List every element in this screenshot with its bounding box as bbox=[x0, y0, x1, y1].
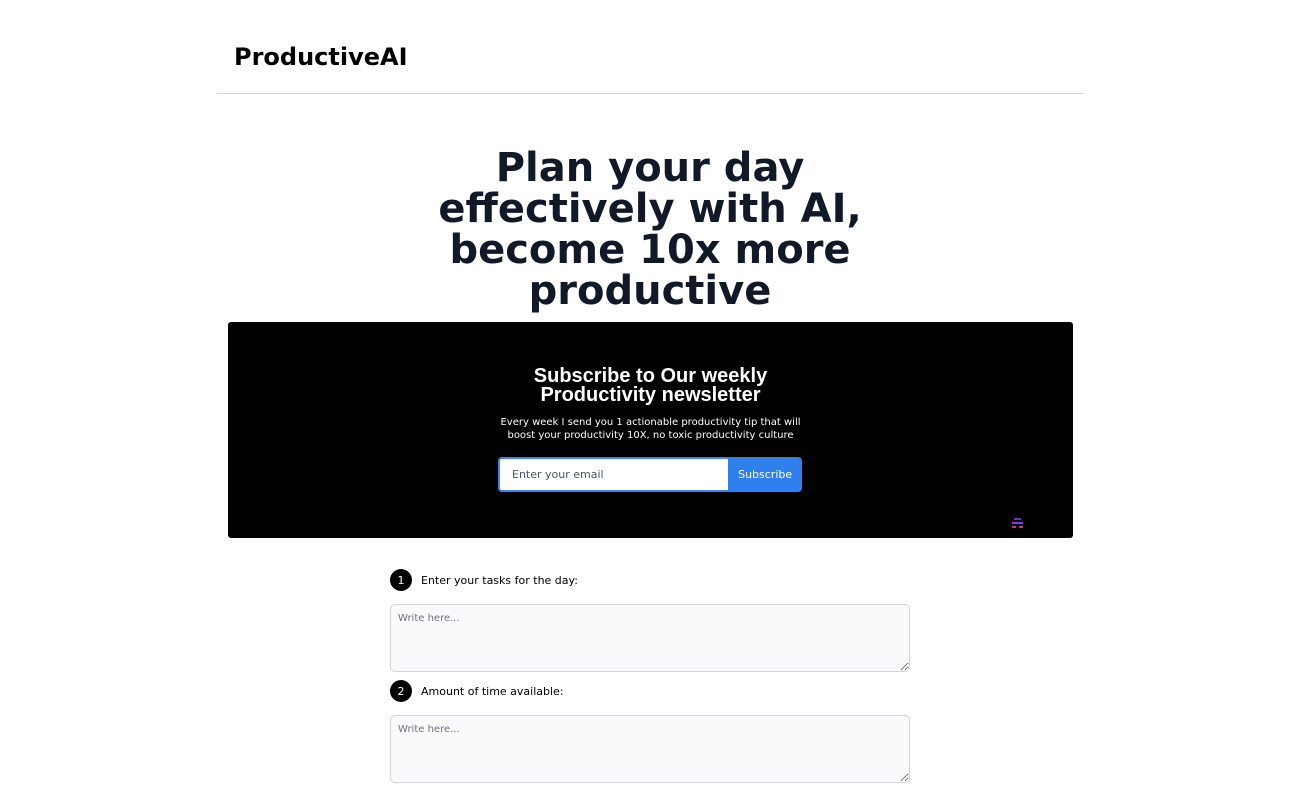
time-available-textarea[interactable] bbox=[390, 715, 910, 783]
newsletter-title-line-2: Productivity newsletter bbox=[540, 384, 761, 406]
page: ProductiveAI Plan your day effectively w… bbox=[0, 0, 1300, 788]
site-header: ProductiveAI bbox=[217, 0, 1084, 94]
hero-title: Plan your day effectively with AI, becom… bbox=[438, 145, 862, 314]
step-1-number-badge: 1 bbox=[390, 569, 412, 591]
tasks-textarea[interactable] bbox=[390, 604, 910, 672]
newsletter-form: Subscribe bbox=[498, 457, 802, 492]
step-1: 1 Enter your tasks for the day: bbox=[390, 569, 578, 591]
newsletter-title: Subscribe to Our weekly Productivity new… bbox=[228, 366, 1073, 406]
step-2: 2 Amount of time available: bbox=[390, 680, 564, 702]
newsletter-banner: Subscribe to Our weekly Productivity new… bbox=[228, 322, 1073, 538]
newsletter-description: Every week I send you 1 actionable produ… bbox=[500, 417, 801, 441]
step-2-label: Amount of time available: bbox=[421, 684, 564, 698]
step-2-number-badge: 2 bbox=[390, 680, 412, 702]
step-1-label: Enter your tasks for the day: bbox=[421, 573, 578, 587]
newsletter-email-input[interactable] bbox=[498, 457, 729, 492]
newsletter-subscribe-button[interactable]: Subscribe bbox=[728, 457, 802, 492]
stack-logo-icon[interactable] bbox=[1011, 517, 1024, 530]
brand-logo-text[interactable]: ProductiveAI bbox=[234, 43, 408, 71]
